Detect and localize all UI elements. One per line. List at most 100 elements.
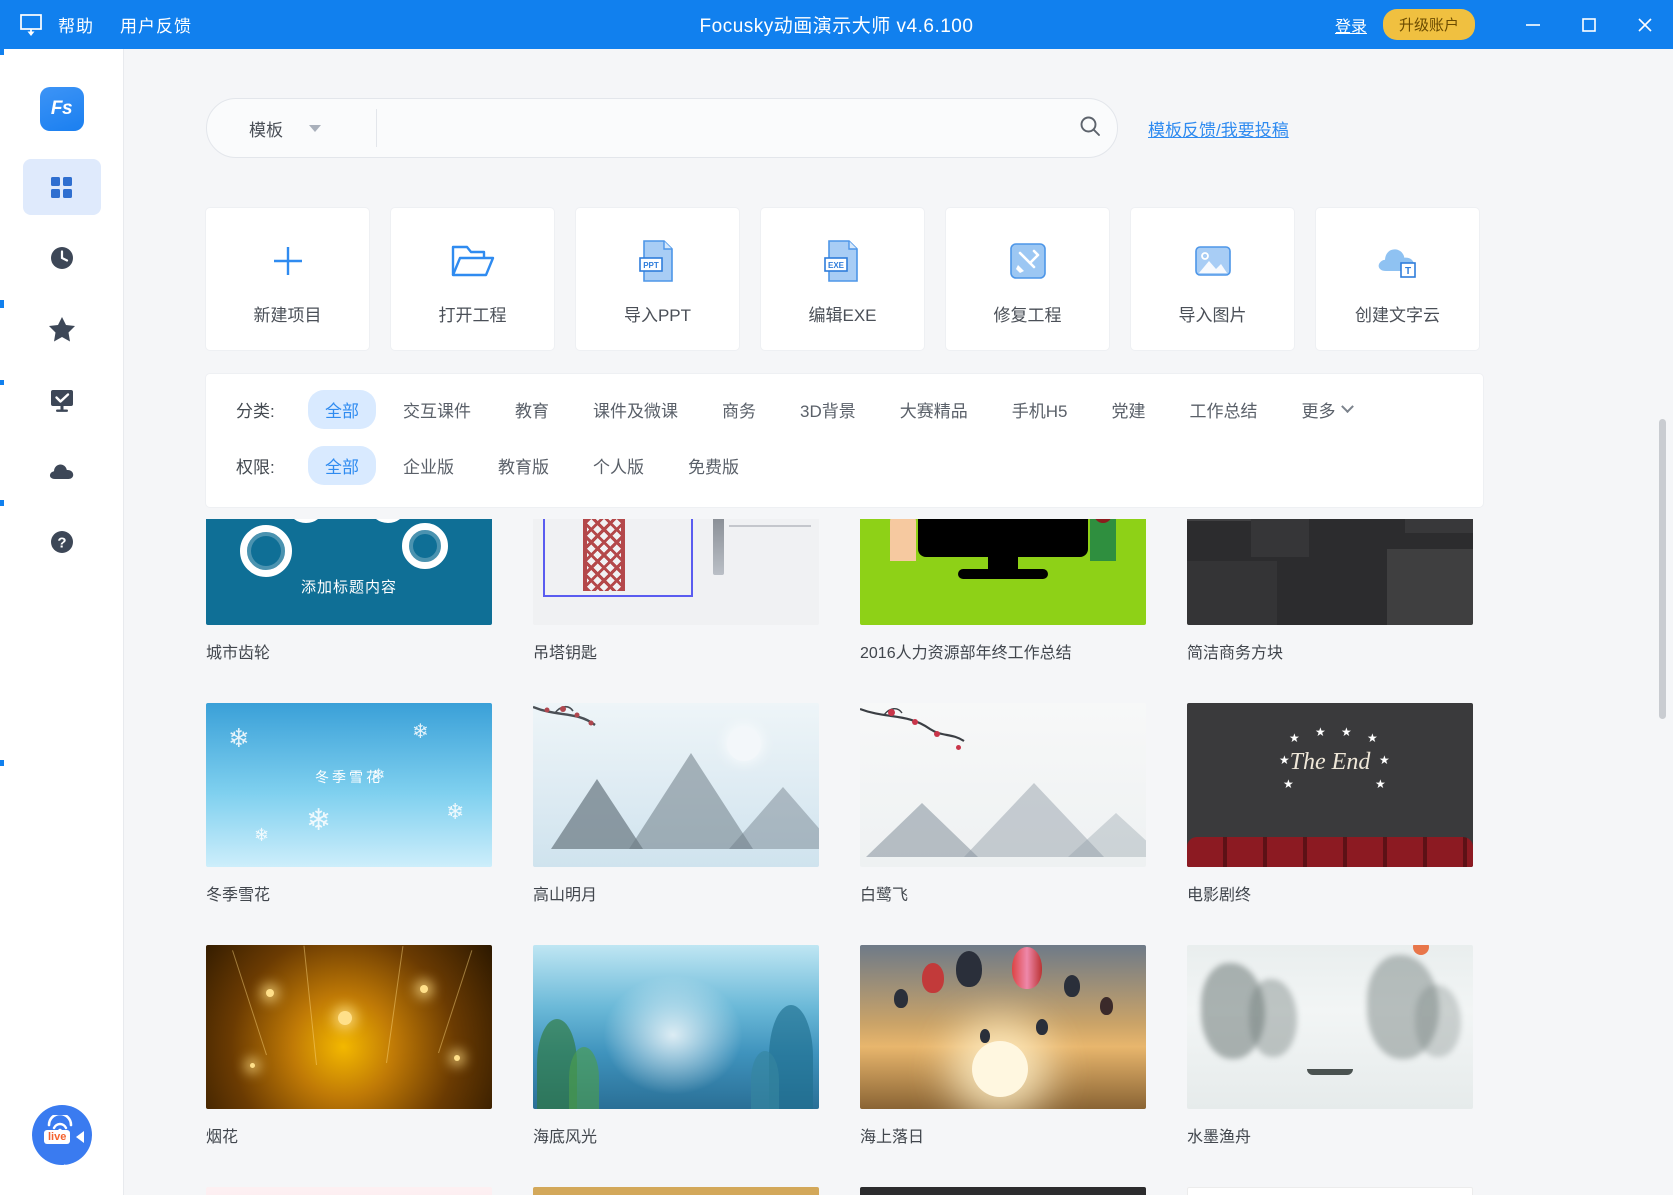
filter-chip-3d-background[interactable]: 3D背景 <box>783 390 873 429</box>
template-thumbnail[interactable] <box>206 945 492 1109</box>
template-card[interactable]: 添加标题内容 城市齿轮 <box>206 519 492 663</box>
template-card[interactable]: ❄ ❄ ❄ ❄ ❄ ❄ 冬季雪花 冬季雪花 <box>206 703 492 905</box>
thumbnail-art <box>860 707 965 742</box>
thumbnail-art <box>1036 1019 1048 1035</box>
permission-chip-personal[interactable]: 个人版 <box>576 446 661 485</box>
sidebar-item-templates[interactable] <box>22 159 101 215</box>
thumbnail-art <box>918 519 1088 557</box>
template-thumbnail[interactable] <box>1187 1187 1473 1195</box>
filter-key-permission: 权限: <box>236 457 275 477</box>
template-card[interactable]: 2016人力资源部年终工作总结 <box>860 519 1146 663</box>
presentation-logo-icon <box>18 12 44 38</box>
thumbnail-art <box>420 985 428 993</box>
action-repair-project[interactable]: 修复工程 <box>946 208 1109 350</box>
permission-chip-free[interactable]: 免费版 <box>671 446 756 485</box>
thumbnail-art <box>980 1029 990 1043</box>
template-thumbnail[interactable]: ❄ ❄ ❄ ❄ ❄ ❄ 冬季雪花 <box>206 703 492 867</box>
minimize-button[interactable] <box>1505 0 1561 49</box>
template-card[interactable]: 吊塔钥匙 <box>533 519 819 663</box>
template-card[interactable]: 海底风光 <box>533 945 819 1147</box>
search-input[interactable] <box>377 119 1063 137</box>
action-new-project[interactable]: 新建项目 <box>206 208 369 350</box>
snowflake-icon: ❄ <box>254 825 270 845</box>
template-card[interactable]: 白鹭飞 <box>860 703 1146 905</box>
action-label: 修复工程 <box>993 305 1062 325</box>
sidebar-item-cloud[interactable] <box>23 443 101 499</box>
filter-chip-mobile-h5[interactable]: 手机H5 <box>995 390 1085 429</box>
template-thumbnail[interactable]: ★ ★ ★ ★ ★ ★ ★ ★ The End <box>1187 703 1473 867</box>
folder-open-icon <box>450 233 496 289</box>
template-thumbnail[interactable] <box>1187 945 1473 1109</box>
vertical-scrollbar-thumb[interactable] <box>1659 419 1666 719</box>
menu-user-feedback[interactable]: 用户反馈 <box>120 12 192 37</box>
thumbnail-art <box>232 950 267 1056</box>
template-card[interactable] <box>1187 1187 1473 1195</box>
thumbnail-art <box>1413 945 1429 955</box>
filter-chip-party[interactable]: 党建 <box>1094 390 1162 429</box>
template-card[interactable]: ★ ★ ★ ★ ★ ★ ★ ★ The End 电影剧终 <box>1187 703 1473 905</box>
sidebar-item-help[interactable]: ? <box>23 514 101 570</box>
filter-chip-work-summary[interactable]: 工作总结 <box>1172 390 1274 429</box>
template-name: 电影剧终 <box>1187 887 1252 904</box>
window-edge-artifact <box>0 300 4 308</box>
template-thumbnail[interactable] <box>860 1187 1146 1195</box>
template-card[interactable] <box>206 1187 492 1195</box>
template-card[interactable]: 海上落日 <box>860 945 1146 1147</box>
filter-chip-business[interactable]: 商务 <box>705 390 773 429</box>
template-thumbnail[interactable] <box>860 945 1146 1109</box>
sidebar-item-favorites[interactable] <box>23 301 101 357</box>
close-button[interactable] <box>1617 0 1673 49</box>
template-card[interactable] <box>860 1187 1146 1195</box>
thumbnail-art <box>1387 549 1473 625</box>
template-thumbnail[interactable] <box>533 1187 819 1195</box>
template-thumbnail[interactable] <box>206 1187 492 1195</box>
filter-chip-contest[interactable]: 大赛精品 <box>883 390 985 429</box>
filter-chip-interactive[interactable]: 交互课件 <box>386 390 488 429</box>
search-category-dropdown[interactable]: 模板 <box>207 109 377 147</box>
repair-tools-icon <box>1007 233 1049 289</box>
action-label: 导入图片 <box>1178 305 1247 325</box>
action-import-ppt[interactable]: PPT 导入PPT <box>576 208 739 350</box>
template-thumbnail[interactable] <box>533 945 819 1109</box>
template-card[interactable]: 简洁商务方块 <box>1187 519 1473 663</box>
search-button[interactable] <box>1063 114 1117 143</box>
template-card[interactable]: 水墨渔舟 <box>1187 945 1473 1147</box>
template-card[interactable]: 烟花 <box>206 945 492 1147</box>
filter-more-label: 更多 <box>1301 401 1336 421</box>
template-thumbnail[interactable]: 添加标题内容 <box>206 519 492 625</box>
permission-chip-all[interactable]: 全部 <box>308 445 376 485</box>
template-thumbnail[interactable] <box>860 519 1146 625</box>
sun-icon <box>972 1041 1028 1097</box>
maximize-button[interactable] <box>1561 0 1617 49</box>
title-bar: 帮助 用户反馈 Focusky动画演示大师 v4.6.100 登录 升级账户 <box>0 0 1673 49</box>
template-card[interactable] <box>533 1187 819 1195</box>
sidebar-item-recent[interactable] <box>23 230 101 286</box>
action-edit-exe[interactable]: EXE 编辑EXE <box>761 208 924 350</box>
template-name: 水墨渔舟 <box>1187 1129 1252 1146</box>
action-create-word-cloud[interactable]: T 创建文字云 <box>1316 208 1479 350</box>
template-card[interactable]: 高山明月 <box>533 703 819 905</box>
filter-more-button[interactable]: 更多 <box>1284 390 1369 429</box>
upgrade-account-button[interactable]: 升级账户 <box>1382 9 1475 40</box>
menu-help[interactable]: 帮助 <box>58 12 94 37</box>
live-broadcast-button[interactable]: live <box>32 1105 92 1165</box>
template-name: 冬季雪花 <box>206 887 271 904</box>
filter-chip-all[interactable]: 全部 <box>308 389 376 429</box>
filter-chip-courseware[interactable]: 课件及微课 <box>576 390 695 429</box>
template-thumbnail[interactable] <box>533 703 819 867</box>
login-button[interactable]: 登录 <box>1335 13 1367 37</box>
filter-chip-education[interactable]: 教育 <box>498 390 566 429</box>
permission-chip-education[interactable]: 教育版 <box>481 446 566 485</box>
action-import-image[interactable]: 导入图片 <box>1131 208 1294 350</box>
action-open-project[interactable]: 打开工程 <box>391 208 554 350</box>
template-thumbnail[interactable] <box>860 703 1146 867</box>
template-thumbnail[interactable] <box>533 519 819 625</box>
sidebar-item-published[interactable] <box>23 372 101 428</box>
thumbnail-art <box>888 709 895 716</box>
action-label: 编辑EXE <box>808 305 877 325</box>
permission-chip-enterprise[interactable]: 企业版 <box>386 446 471 485</box>
thumbnail-art <box>729 787 819 849</box>
template-feedback-link[interactable]: 模板反馈/我要投稿 <box>1148 116 1289 141</box>
thumbnail-art <box>729 519 811 529</box>
template-thumbnail[interactable] <box>1187 519 1473 625</box>
